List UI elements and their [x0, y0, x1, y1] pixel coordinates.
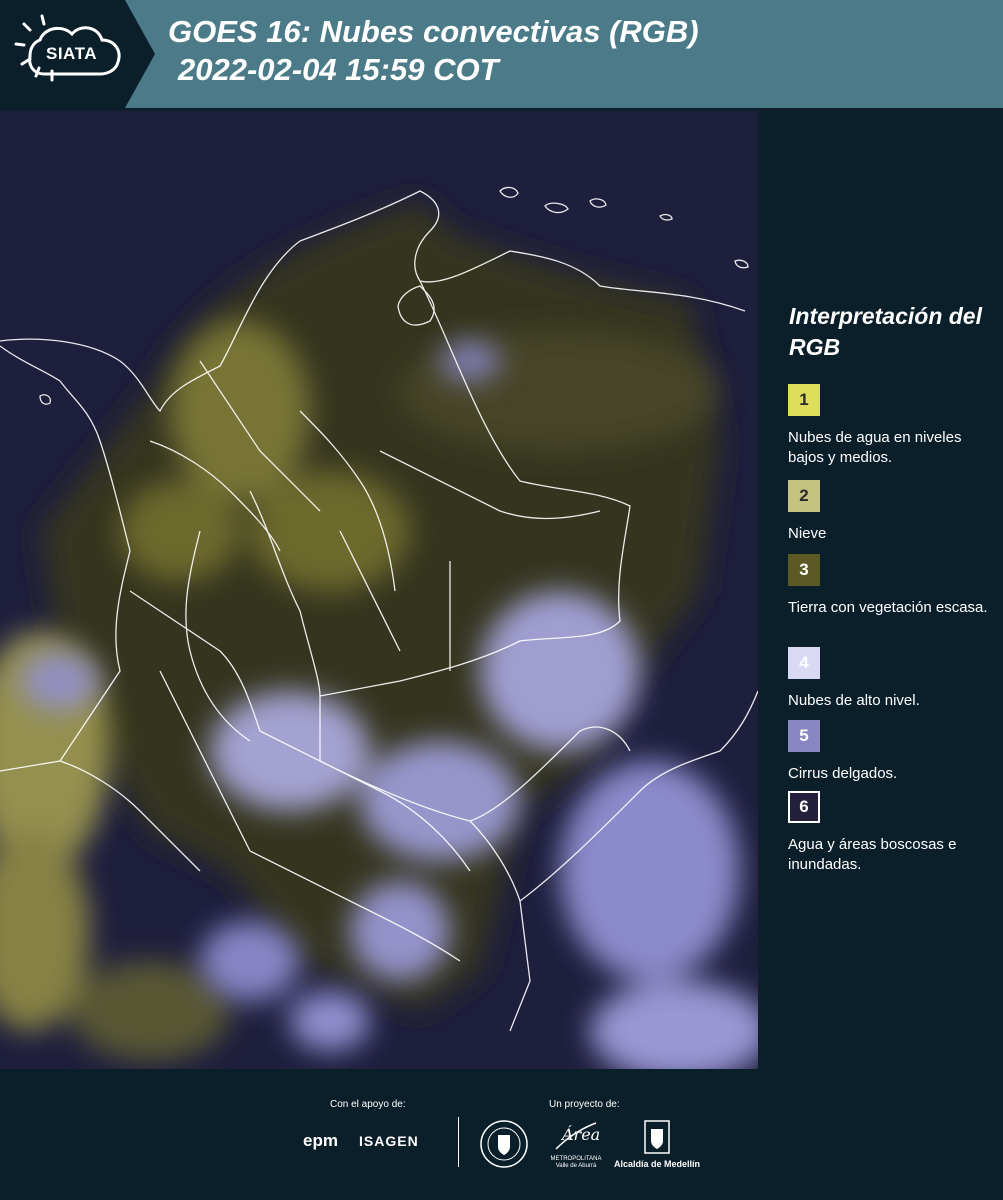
area-metropolitana-logo: Área METROPOLITANA Valle de Aburrá: [550, 1119, 602, 1171]
legend-label: Tierra con vegetación escasa.: [788, 599, 988, 616]
epm-logo: epm: [303, 1131, 338, 1150]
legend-swatch: 1: [788, 384, 820, 416]
legend-swatch: 6: [788, 791, 820, 823]
siata-logo-text: SIATA: [46, 44, 97, 63]
support-label: Con el apoyo de:: [330, 1099, 406, 1110]
legend-item-2: 2 Nieve: [788, 480, 998, 544]
legend-label: Agua y áreas boscosas e inundadas.: [788, 836, 957, 873]
page-title: GOES 16: Nubes convectivas (RGB): [168, 14, 699, 49]
legend-swatch: 3: [788, 554, 820, 586]
isagen-logo: ISAGEN: [359, 1133, 419, 1149]
legend-label: Cirrus delgados.: [788, 765, 898, 782]
legend-swatch: 4: [788, 647, 820, 679]
legend-item-5: 5 Cirrus delgados.: [788, 720, 998, 784]
legend-item-6: 6 Agua y áreas boscosas e inundadas.: [788, 791, 998, 875]
header-bar: SIATA GOES 16: Nubes convectivas (RGB) 2…: [0, 0, 1003, 108]
project-label: Un proyecto de:: [549, 1099, 620, 1110]
legend-swatch: 2: [788, 480, 820, 512]
legend-item-3: 3 Tierra con vegetación escasa.: [788, 554, 998, 618]
legend-label: Nieve: [788, 525, 827, 542]
legend-item-1: 1 Nubes de agua en niveles bajos y medio…: [788, 384, 998, 468]
area-logo-word: Área: [562, 1125, 601, 1144]
footer-divider: [458, 1117, 459, 1167]
footer: Con el apoyo de: Un proyecto de: epm ISA…: [0, 1069, 1003, 1200]
timestamp: 2022-02-04 15:59 COT: [178, 52, 499, 87]
alcaldia-logo-text: Alcaldía de Medellín: [613, 1159, 701, 1169]
area-logo-subtitle: METROPOLITANA Valle de Aburrá: [550, 1156, 602, 1169]
satellite-image: [0, 111, 758, 1069]
siata-logo: SIATA: [0, 0, 155, 108]
legend-title: Interpretación del RGB: [789, 303, 982, 360]
legend-label: Nubes de agua en niveles bajos y medios.: [788, 429, 962, 466]
legend-panel: Interpretación del RGB 1 Nubes de agua e…: [760, 111, 1003, 1069]
legend-label: Nubes de alto nivel.: [788, 692, 920, 709]
medellin-seal-icon: [479, 1119, 529, 1174]
alcaldia-medellin-logo: Alcaldía de Medellín: [612, 1119, 702, 1171]
legend-swatch: 5: [788, 720, 820, 752]
legend-item-4: 4 Nubes de alto nivel.: [788, 647, 998, 711]
